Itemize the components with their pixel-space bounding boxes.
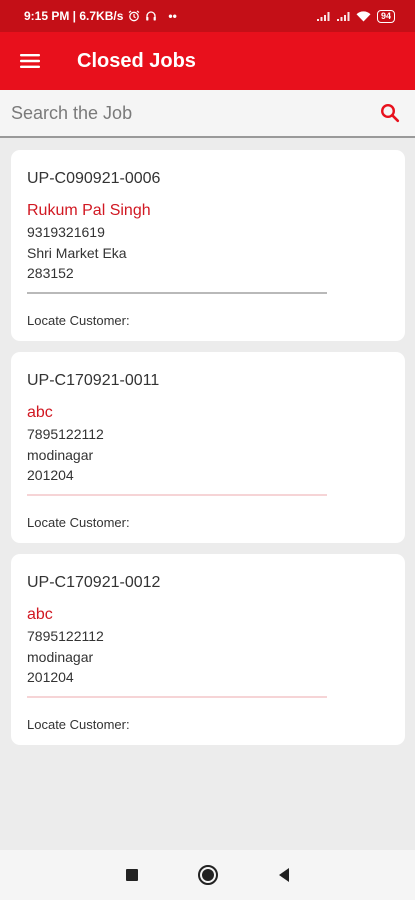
job-card[interactable]: UP-C090921-0006 Rukum Pal Singh 93193216… xyxy=(11,150,405,341)
status-more-indicator: •• xyxy=(168,9,177,23)
job-id: UP-C170921-0011 xyxy=(27,372,160,389)
signal-2-icon xyxy=(336,11,350,22)
customer-name: abc xyxy=(27,606,53,623)
search-icon xyxy=(380,103,400,123)
system-nav-bar xyxy=(0,850,415,900)
circle-home-icon xyxy=(197,865,218,885)
customer-address: Shri Market Eka xyxy=(27,245,127,261)
locate-customer-link[interactable]: Locate Customer: xyxy=(27,313,130,328)
recents-button[interactable] xyxy=(125,868,139,882)
back-button[interactable] xyxy=(277,867,291,883)
status-right: 94 xyxy=(316,9,395,23)
search-button[interactable] xyxy=(365,89,415,137)
customer-pincode: 283152 xyxy=(27,265,74,281)
status-bar: 9:15 PM | 6.7KB/s •• 94 xyxy=(0,0,415,32)
signal-1-icon xyxy=(316,11,330,22)
square-recents-icon xyxy=(125,869,138,881)
customer-address: modinagar xyxy=(27,447,94,463)
headset-icon xyxy=(145,10,157,22)
app-bar: Closed Jobs xyxy=(0,32,415,90)
locate-customer-link[interactable]: Locate Customer: xyxy=(27,515,130,530)
search-bar xyxy=(0,90,415,138)
locate-customer-link[interactable]: Locate Customer: xyxy=(27,717,130,732)
customer-pincode: 201204 xyxy=(27,467,74,483)
customer-address: modinagar xyxy=(27,649,94,665)
card-divider xyxy=(27,696,327,698)
alarm-icon xyxy=(128,10,140,22)
hamburger-menu-icon xyxy=(20,54,40,68)
customer-pincode: 201204 xyxy=(27,669,74,685)
job-id: UP-C090921-0006 xyxy=(27,170,161,187)
wifi-icon xyxy=(356,10,371,22)
menu-button[interactable] xyxy=(0,32,60,90)
job-card[interactable]: UP-C170921-0011 abc 7895122112 modinagar… xyxy=(11,352,405,543)
job-id: UP-C170921-0012 xyxy=(27,574,161,591)
card-divider xyxy=(27,292,327,294)
customer-phone: 7895122112 xyxy=(27,628,104,644)
job-card[interactable]: UP-C170921-0012 abc 7895122112 modinagar… xyxy=(11,554,405,745)
triangle-back-icon xyxy=(278,868,289,882)
search-input[interactable] xyxy=(0,101,365,125)
battery-indicator: 94 xyxy=(376,9,395,23)
status-left: 9:15 PM | 6.7KB/s •• xyxy=(24,9,177,23)
page-title: Closed Jobs xyxy=(77,49,196,72)
home-button[interactable] xyxy=(197,864,219,886)
customer-name: Rukum Pal Singh xyxy=(27,202,151,219)
customer-name: abc xyxy=(27,404,53,421)
card-divider xyxy=(27,494,327,496)
customer-phone: 7895122112 xyxy=(27,426,104,442)
customer-phone: 9319321619 xyxy=(27,224,105,240)
status-time-speed: 9:15 PM | 6.7KB/s xyxy=(24,9,124,23)
